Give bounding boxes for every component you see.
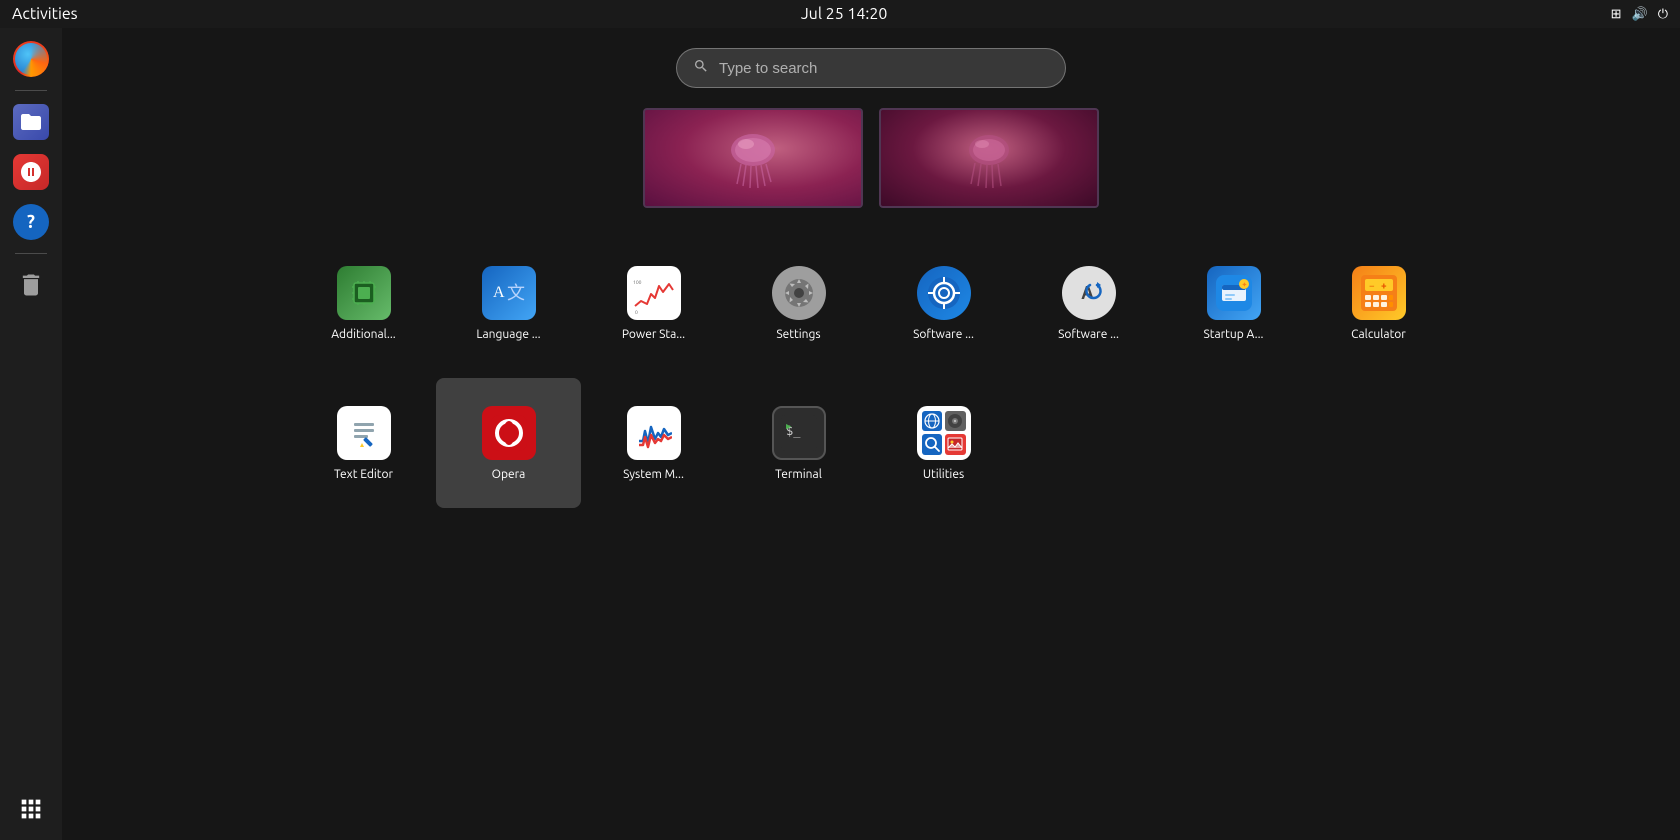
settings-icon [772,266,826,320]
app-item-text-editor[interactable]: Text Editor [291,378,436,508]
dock-separator-1 [15,90,47,91]
grid-icon [13,791,49,827]
app-item-software-sources[interactable]: Software ... [871,238,1016,368]
calculator-icon: + − [1352,266,1406,320]
dock: ? [0,28,62,840]
window-thumbnail-2[interactable] [879,108,1099,208]
app-label-language: Language ... [476,328,540,341]
app-label-text-editor: Text Editor [334,468,393,481]
firefox-icon [13,41,49,77]
svg-text:−: − [1369,280,1375,291]
app-item-terminal[interactable]: $_ ▶ Terminal [726,378,871,508]
utilities-icon [917,406,971,460]
app-item-language[interactable]: A 文 Language ... [436,238,581,368]
search-bar[interactable] [676,48,1066,88]
volume-icon[interactable]: 🔊 [1632,7,1648,22]
terminal-icon: $_ ▶ [772,406,826,460]
app-label-startup: Startup A... [1203,328,1263,341]
system-monitor-icon [627,406,681,460]
app-label-software-update: Software ... [1058,328,1119,341]
svg-text:100: 100 [633,279,642,285]
dock-item-help[interactable]: ? [8,199,54,245]
svg-text:A: A [493,284,505,301]
jellyfish-bg-1 [645,110,861,206]
svg-text:0: 0 [635,309,638,314]
app-label-system-monitor: System M... [623,468,684,481]
apps-grid: Additional... A 文 Language ... [291,238,1451,508]
activities-button[interactable]: Activities [12,5,78,23]
app-label-opera: Opera [492,468,526,481]
dock-item-show-apps[interactable] [8,786,54,832]
appstore-icon [13,154,49,190]
jellyfish-bg-2 [881,110,1097,206]
svg-text:▶: ▶ [786,422,792,432]
app-label-calculator: Calculator [1351,328,1406,341]
lang-icon: A 文 [482,266,536,320]
app-item-software-update[interactable]: A Software ... [1016,238,1161,368]
search-input[interactable] [719,60,1049,77]
apps-row-1: Additional... A 文 Language ... [291,238,1451,368]
text-editor-icon [337,406,391,460]
svg-text:文: 文 [507,283,525,303]
topbar-right-icons: ⊞ 🔊 ⏻ [1611,7,1668,22]
network-icon[interactable]: ⊞ [1611,7,1622,22]
app-item-startup[interactable]: ✦ Startup A... [1161,238,1306,368]
search-icon [693,58,709,78]
app-item-utilities[interactable]: Utilities [871,378,1016,508]
dock-item-files[interactable] [8,99,54,145]
app-item-power-stats[interactable]: 100 0 Power Sta... [581,238,726,368]
svg-text:✦: ✦ [1241,281,1247,289]
topbar: Activities Jul 25 14:20 ⊞ 🔊 ⏻ [0,0,1680,28]
software-sources-icon [917,266,971,320]
datetime-display: Jul 25 14:20 [801,5,888,23]
help-icon: ? [13,204,49,240]
dock-item-software[interactable] [8,149,54,195]
app-item-system-monitor[interactable]: System M... [581,378,726,508]
software-update-icon: A [1062,266,1116,320]
app-label-settings: Settings [776,328,820,341]
startup-icon: ✦ [1207,266,1261,320]
app-item-additional-drivers[interactable]: Additional... [291,238,436,368]
main-content: Additional... A 文 Language ... [62,28,1680,840]
svg-text:+: + [1381,280,1387,291]
power-icon[interactable]: ⏻ [1658,7,1668,22]
trash-icon [13,267,49,303]
dock-separator-2 [15,253,47,254]
app-label-utilities: Utilities [923,468,964,481]
opera-icon [482,406,536,460]
window-thumbnail-1[interactable] [643,108,863,208]
app-item-opera[interactable]: Opera [436,378,581,508]
app-item-calculator[interactable]: + − Calculator [1306,238,1451,368]
dock-item-firefox[interactable] [8,36,54,82]
windows-area [643,108,1099,208]
dock-item-trash[interactable] [8,262,54,308]
app-label-software-sources: Software ... [913,328,974,341]
app-label-additional-drivers: Additional... [331,328,395,341]
app-label-power-stats: Power Sta... [622,328,685,341]
powerstat-icon: 100 0 [627,266,681,320]
app-item-settings[interactable]: Settings [726,238,871,368]
files-icon [13,104,49,140]
apps-row-2: Text Editor Opera [291,378,1451,508]
app-label-terminal: Terminal [775,468,822,481]
cpu-icon [337,266,391,320]
